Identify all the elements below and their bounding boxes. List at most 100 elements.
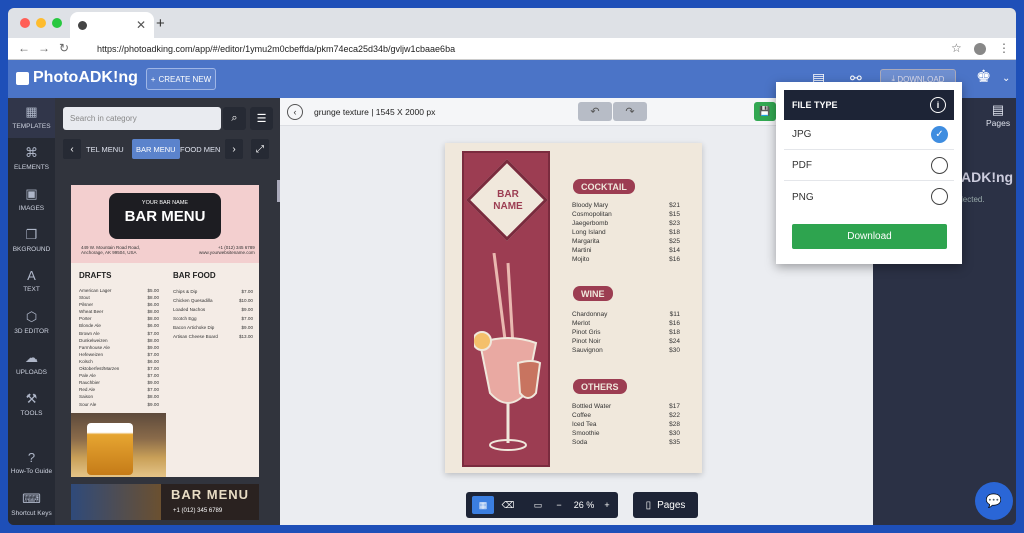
- option-jpg[interactable]: JPG ✓: [784, 120, 954, 150]
- rail-elements[interactable]: ⌘ ELEMENTS: [8, 139, 55, 179]
- menu-item: Bacon Artichoke Dip $9.00: [173, 323, 253, 332]
- back-arrow-icon[interactable]: ‹: [287, 104, 303, 120]
- pages-button[interactable]: ▯ Pages: [633, 492, 698, 518]
- item-name: American Lager: [79, 288, 112, 293]
- eraser-icon[interactable]: ⌫: [498, 496, 518, 514]
- zoom-in-icon[interactable]: +: [600, 496, 614, 514]
- rail-shortcut-keys[interactable]: ⌨ Shortcut Keys: [8, 485, 55, 525]
- rail-text[interactable]: A TEXT: [8, 262, 55, 302]
- item-price: $8.00: [147, 337, 160, 343]
- download-confirm-button[interactable]: Download: [792, 224, 947, 249]
- browser-tab[interactable]: ✕: [70, 12, 154, 38]
- category-bar: ‹ TEL MENU BAR MENU FOOD MEN › ⤢: [63, 139, 273, 159]
- menu-item: Chardonnay $11: [572, 310, 680, 319]
- category-food-menu[interactable]: FOOD MEN: [180, 139, 220, 159]
- menu-item: Pilsner $6.00: [79, 301, 159, 308]
- grid-view-icon[interactable]: ▦: [472, 496, 494, 514]
- item-name: Margarita: [572, 238, 600, 245]
- back-icon[interactable]: ←: [18, 41, 30, 55]
- radio-button[interactable]: [931, 157, 948, 174]
- menu-item: Smoothie $30: [572, 429, 680, 438]
- thumbnail-title: BAR MENU: [124, 208, 206, 225]
- beer-photo: [71, 413, 166, 477]
- profile-icon[interactable]: [974, 43, 986, 55]
- bar-menu-poster[interactable]: BAR NAME COCKTAIL Bloody Mary $21 Cosmopoli…: [445, 143, 702, 473]
- menu-item: Sauvignon $30: [572, 346, 680, 355]
- rail-uploads[interactable]: ☁ UPLOADS: [8, 344, 55, 384]
- item-price: $8.00: [147, 316, 160, 322]
- poster-left-band: BAR NAME: [462, 151, 550, 467]
- menu-item: Jaegerbomb $23: [572, 219, 680, 228]
- option-png[interactable]: PNG: [784, 182, 954, 212]
- pages-label: Pages: [657, 499, 686, 511]
- rail-3d-editor[interactable]: ⬡ 3D EDITOR: [8, 303, 55, 343]
- item-price: $8.00: [147, 309, 160, 315]
- item-name: Bloody Mary: [572, 202, 609, 209]
- create-new-button[interactable]: + CREATE NEW: [146, 68, 216, 90]
- check-icon[interactable]: ✓: [931, 126, 948, 143]
- item-name: Scotch Egg: [173, 316, 197, 321]
- item-name: Pilsner: [79, 302, 94, 308]
- zoom-toolbar: ▦ ⌫ ▭ − 26 % +: [466, 492, 618, 518]
- brand-logo[interactable]: PhotoADK!ng: [16, 69, 138, 87]
- doc-size: 1545 X 2000 px: [375, 107, 436, 117]
- rail-how-to-guide[interactable]: ? How-To Guide: [8, 444, 55, 484]
- pages-tab[interactable]: ▤ Pages: [986, 102, 1010, 128]
- item-price: $11: [669, 311, 680, 318]
- minimize-window-icon[interactable]: [36, 18, 46, 28]
- item-price: $8.00: [147, 295, 160, 301]
- menu-item: Red Ale $7.00: [79, 386, 159, 393]
- category-bar-menu[interactable]: BAR MENU: [132, 139, 180, 159]
- templates-panel: Search in category ⌕ ☰ ‹ TEL MENU BAR ME…: [55, 98, 280, 525]
- redo-button[interactable]: ↷: [613, 102, 647, 121]
- present-icon[interactable]: ▭: [528, 496, 548, 514]
- option-label: PNG: [792, 191, 814, 203]
- item-price: $9.00: [241, 325, 254, 330]
- zoom-out-icon[interactable]: −: [552, 496, 566, 514]
- item-name: Chardonnay: [572, 311, 608, 318]
- chevron-right-icon[interactable]: ›: [225, 139, 243, 159]
- category-tel-menu[interactable]: TEL MENU: [86, 139, 124, 159]
- option-pdf[interactable]: PDF: [784, 151, 954, 181]
- chevron-down-icon[interactable]: ⌄: [1002, 73, 1010, 84]
- menu-item: Farmhouse Ale $9.00: [79, 344, 159, 351]
- expand-icon[interactable]: ⤢: [251, 139, 269, 159]
- item-price: $7.00: [241, 316, 254, 321]
- template-thumbnail-2[interactable]: BAR MENU +1 (012) 345 6789: [71, 484, 259, 520]
- beer-mug-icon: [87, 423, 133, 475]
- search-icon[interactable]: ⌕: [223, 107, 246, 130]
- template-thumbnail[interactable]: YOUR BAR NAME BAR MENU 449 W. Mountain R…: [71, 185, 259, 477]
- radio-button[interactable]: [931, 188, 948, 205]
- close-tab-icon[interactable]: ✕: [136, 18, 146, 32]
- new-tab-icon[interactable]: +: [156, 15, 165, 32]
- rail-templates[interactable]: ▦ TEMPLATES: [8, 98, 55, 138]
- bar-food-list: Chips & Dip $7.00 Chicken Quesadilla $10.00…: [173, 287, 253, 341]
- chess-king-icon[interactable]: ♚: [976, 67, 991, 87]
- close-window-icon[interactable]: [20, 18, 30, 28]
- undo-button[interactable]: ↶: [578, 102, 612, 121]
- rail-label: TEXT: [23, 286, 40, 293]
- item-name: Mojito: [572, 256, 590, 263]
- chevron-left-icon[interactable]: ‹: [63, 139, 81, 159]
- item-price: $6.00: [147, 358, 160, 364]
- bookmark-star-icon[interactable]: ☆: [951, 41, 962, 55]
- forward-icon[interactable]: →: [38, 41, 50, 55]
- menu-item: Stout $8.00: [79, 294, 159, 301]
- list-view-icon[interactable]: ☰: [250, 107, 273, 130]
- rail-images[interactable]: ▣ IMAGES: [8, 180, 55, 220]
- browser-menu-icon[interactable]: ⋮: [998, 41, 1010, 55]
- url-field[interactable]: https://photoadking.com/app/#/editor/1ym…: [93, 41, 953, 57]
- search-input[interactable]: Search in category: [63, 107, 221, 130]
- item-name: Dunkelweizen: [79, 337, 108, 343]
- info-icon[interactable]: i: [930, 97, 946, 113]
- maximize-window-icon[interactable]: [52, 18, 62, 28]
- menu-item: Kolsch $6.00: [79, 358, 159, 365]
- rail-tools[interactable]: ⚒ TOOLS: [8, 385, 55, 425]
- bar-photo: [71, 484, 161, 520]
- save-icon[interactable]: 💾: [754, 102, 776, 121]
- keyboard-icon: ⌨: [22, 491, 41, 506]
- rail-background[interactable]: ❐ BKGROUND: [8, 221, 55, 261]
- item-name: Kolsch: [79, 358, 93, 364]
- reload-icon[interactable]: ↻: [59, 41, 69, 55]
- chat-icon[interactable]: 💬: [975, 482, 1013, 520]
